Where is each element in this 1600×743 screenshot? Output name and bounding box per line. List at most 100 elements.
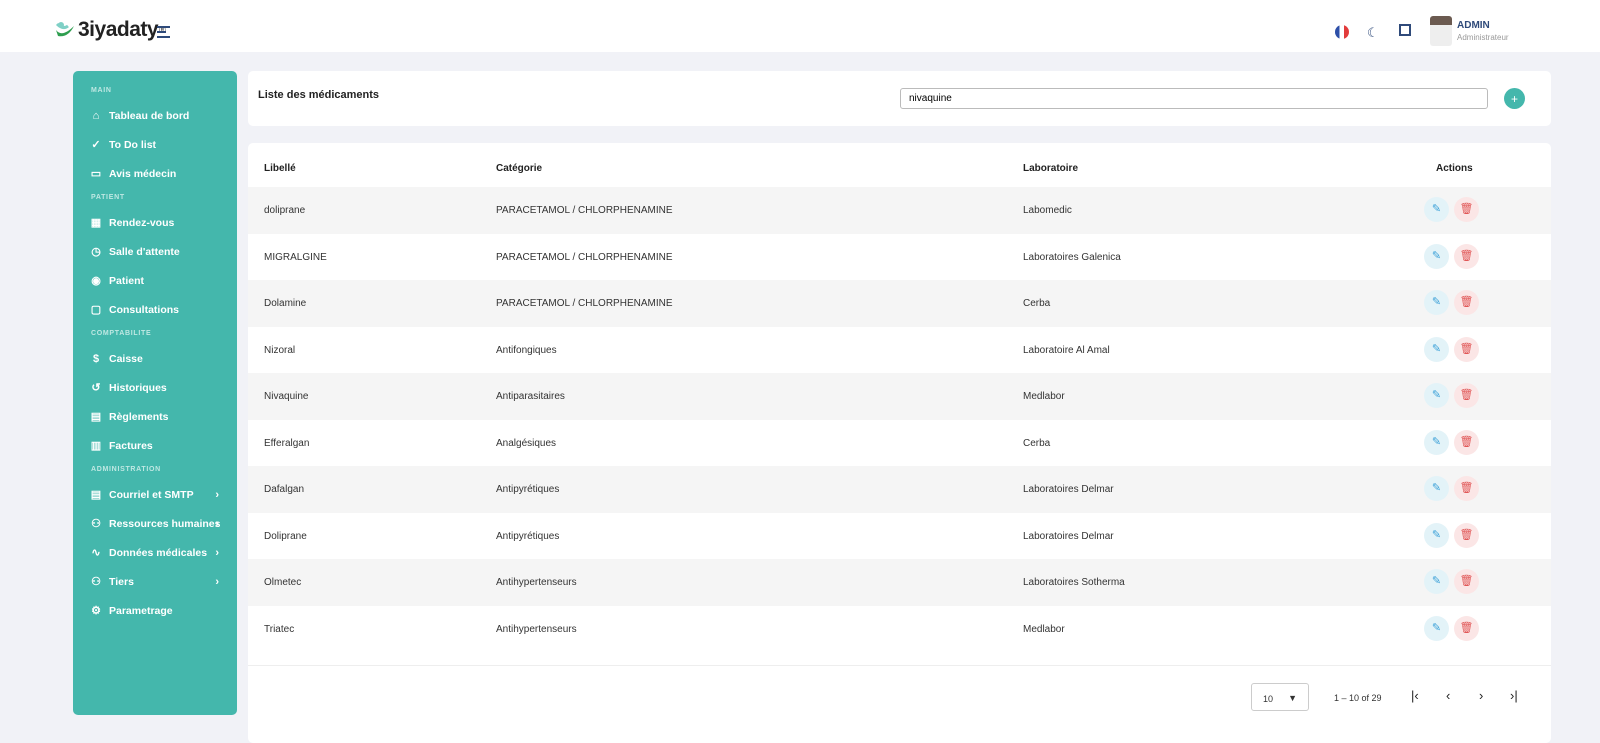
user-name: ADMIN (1457, 20, 1490, 31)
table-header: Libellé Catégorie Laboratoire Actions (248, 163, 1551, 187)
cell-libelle: Nizoral (264, 344, 296, 356)
list-header-card: Liste des médicaments + (248, 71, 1551, 126)
cell-libelle: Dafalgan (264, 484, 305, 495)
delete-button[interactable]: 🗑 (1454, 383, 1479, 408)
sidebar-item[interactable]: ▤ Courriel et SMTP › (73, 480, 237, 509)
table-row: Efferalgan Analgésiques Cerba ✎ 🗑 (248, 420, 1551, 467)
cell-laboratoire: Laboratoires Galenica (1023, 251, 1121, 263)
sidebar-item-label: Caisse (109, 352, 143, 365)
delete-button[interactable]: 🗑 (1454, 522, 1479, 548)
delete-button[interactable]: 🗑 (1454, 429, 1479, 455)
trash-icon: 🗑 (1459, 249, 1474, 262)
moon-icon[interactable]: ☾ (1367, 25, 1379, 41)
column-header[interactable]: Libellé (264, 163, 296, 174)
column-header[interactable]: Catégorie (496, 163, 542, 174)
edit-button[interactable]: ✎ (1424, 243, 1449, 269)
cell-laboratoire: Laboratoires Delmar (1023, 484, 1114, 495)
sidebar-item-label: Historiques (109, 381, 167, 394)
delete-button[interactable]: 🗑 (1454, 476, 1479, 501)
table-row: Nivaquine Antiparasitaires Medlabor ✎ 🗑 (248, 373, 1551, 420)
cell-categorie: Antifongiques (496, 344, 557, 356)
sidebar-item[interactable]: ⚇ Ressources humaines › (73, 509, 237, 538)
edit-button[interactable]: ✎ (1424, 383, 1449, 408)
pagination: 10 ▼ 1 – 10 of 29 |‹ ‹ › ›| (248, 665, 1551, 711)
top-bar: 3iyadaty ® ☾ ADMIN Administrateur (0, 0, 1600, 52)
cell-categorie: Antihypertenseurs (496, 577, 577, 588)
pencil-icon: ✎ (1431, 249, 1442, 262)
sidebar-item-icon: ▭ (90, 168, 102, 180)
sidebar-item[interactable]: ✓ To Do list (73, 130, 237, 159)
cell-libelle: Efferalgan (264, 437, 310, 449)
cell-libelle: Doliprane (264, 530, 307, 542)
next-page-button[interactable]: › (1479, 688, 1483, 703)
search-input[interactable] (900, 88, 1488, 109)
trash-icon: 🗑 (1459, 342, 1474, 355)
sidebar-item[interactable]: ▤ Règlements (73, 402, 237, 431)
cell-laboratoire: Medlabor (1023, 391, 1065, 402)
column-header[interactable]: Laboratoire (1023, 163, 1078, 174)
trash-icon: 🗑 (1459, 575, 1474, 587)
pencil-icon: ✎ (1431, 621, 1442, 634)
sidebar-item[interactable]: ∿ Données médicales › (73, 538, 237, 567)
sidebar-item[interactable]: ⚇ Tiers › (73, 567, 237, 596)
add-medication-button[interactable]: + (1504, 88, 1525, 109)
delete-button[interactable]: 🗑 (1454, 336, 1479, 362)
cell-laboratoire: Medlabor (1023, 623, 1065, 635)
edit-button[interactable]: ✎ (1424, 290, 1449, 315)
delete-button[interactable]: 🗑 (1454, 569, 1479, 594)
edit-button[interactable]: ✎ (1424, 615, 1449, 641)
sidebar-item[interactable]: ◉ Patient (73, 266, 237, 295)
last-page-button[interactable]: ›| (1510, 688, 1518, 703)
edit-button[interactable]: ✎ (1424, 569, 1449, 594)
logo[interactable]: 3iyadaty ® (54, 18, 166, 42)
edit-button[interactable]: ✎ (1424, 336, 1449, 362)
sidebar-item-icon: ▦ (90, 217, 102, 229)
sidebar-item[interactable]: ↺ Historiques (73, 373, 237, 402)
pencil-icon: ✎ (1431, 342, 1442, 355)
avatar[interactable] (1430, 16, 1452, 46)
sidebar-section-label: ADMINISTRATION (91, 466, 161, 473)
prev-page-button[interactable]: ‹ (1446, 688, 1450, 703)
cell-laboratoire: Cerba (1023, 437, 1051, 449)
edit-button[interactable]: ✎ (1424, 197, 1449, 222)
table-row: Dafalgan Antipyrétiques Laboratoires Delma… (248, 466, 1551, 513)
page-range: 1 – 10 of 29 (1334, 693, 1382, 703)
cell-laboratoire: Laboratoires Delmar (1023, 530, 1114, 542)
delete-button[interactable]: 🗑 (1454, 243, 1479, 269)
sidebar-item[interactable]: ⚙ Parametrage (73, 596, 237, 625)
pencil-icon: ✎ (1431, 482, 1442, 494)
sidebar-item[interactable]: $ Caisse (73, 344, 237, 373)
trash-icon: 🗑 (1459, 203, 1474, 215)
cell-categorie: Antihypertenseurs (496, 623, 577, 635)
sidebar-item-label: To Do list (109, 138, 157, 151)
sidebar-section-label: COMPTABILITE (91, 330, 152, 337)
delete-button[interactable]: 🗑 (1454, 615, 1479, 641)
medications-table: Libellé Catégorie Laboratoire Actions do… (248, 143, 1551, 743)
sidebar-item[interactable]: ▦ Rendez-vous (73, 208, 237, 237)
pencil-icon: ✎ (1431, 575, 1442, 587)
edit-button[interactable]: ✎ (1424, 476, 1449, 501)
page-size-select[interactable]: 10 ▼ (1251, 683, 1309, 711)
delete-button[interactable]: 🗑 (1454, 290, 1479, 315)
sidebar-item-icon: ⚙ (91, 605, 101, 617)
sidebar-item-label: Courriel et SMTP (109, 488, 194, 501)
table-row: doliprane PARACETAMOL / CHLORPHENAMINE Lab… (248, 187, 1551, 234)
sidebar-item[interactable]: ▥ Factures (73, 431, 237, 460)
table-row: Doliprane Antipyrétiques Laboratoires Delm… (248, 513, 1551, 560)
edit-button[interactable]: ✎ (1424, 429, 1449, 455)
caret-down-icon: ▼ (1288, 693, 1297, 703)
sidebar-item[interactable]: ⌂ Tableau de bord (73, 101, 237, 130)
sidebar-item[interactable]: ▢ Consultations (73, 295, 237, 324)
first-page-button[interactable]: |‹ (1411, 688, 1419, 703)
sidebar-item-label: Consultations (109, 303, 179, 316)
brand-name: 3iyadaty (78, 18, 159, 41)
sidebar-item[interactable]: ◷ Salle d'attente (73, 237, 237, 266)
menu-toggle-icon[interactable] (157, 26, 170, 41)
delete-button[interactable]: 🗑 (1454, 197, 1479, 222)
france-flag-icon[interactable] (1335, 25, 1349, 39)
trash-icon: 🗑 (1459, 435, 1474, 448)
fullscreen-icon[interactable] (1399, 24, 1411, 36)
edit-button[interactable]: ✎ (1424, 522, 1449, 548)
sidebar-item[interactable]: ▭ Avis médecin (73, 159, 237, 188)
cell-laboratoire: Labomedic (1023, 205, 1072, 216)
